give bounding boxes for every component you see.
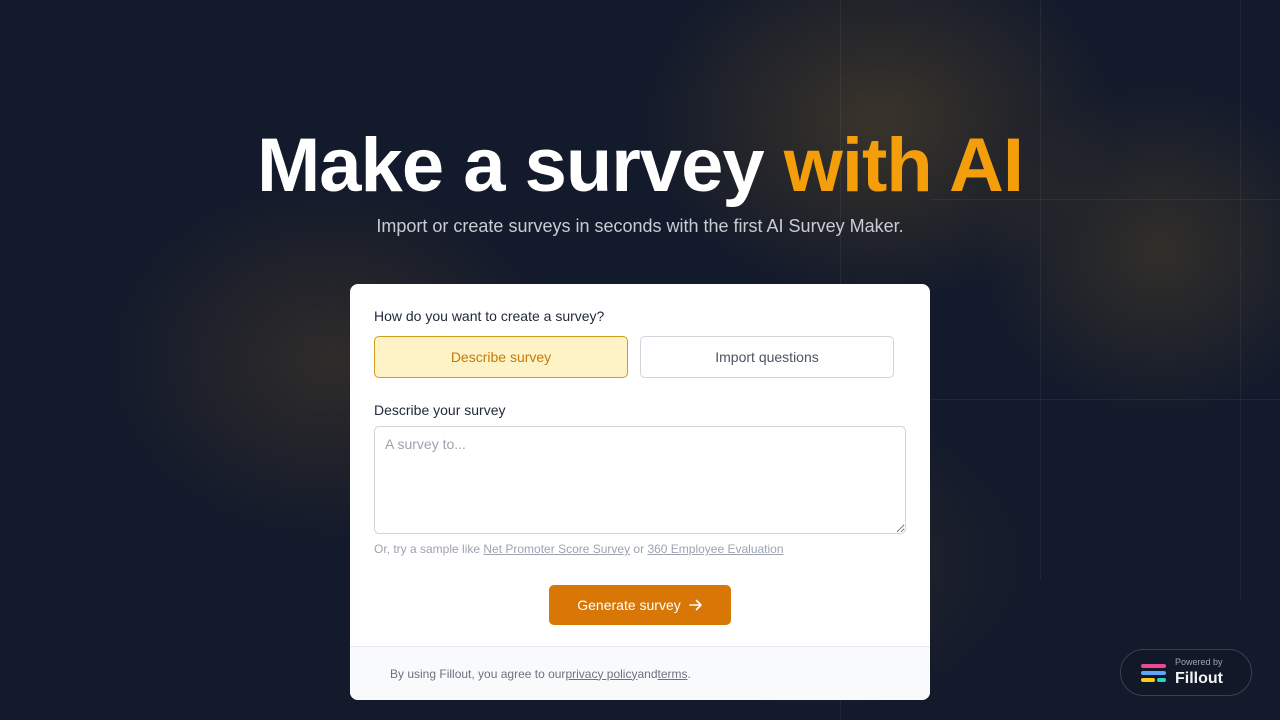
fillout-logo-icon xyxy=(1141,662,1167,684)
page-background: Make a survey with AI Import or create s… xyxy=(0,0,1280,720)
sample-prefix: Or, try a sample like xyxy=(374,542,484,556)
terms-link[interactable]: terms xyxy=(658,667,688,681)
survey-description-input[interactable] xyxy=(374,426,906,534)
sample-link-360[interactable]: 360 Employee Evaluation xyxy=(647,542,783,556)
import-questions-button[interactable]: Import questions xyxy=(640,336,894,378)
brand-name: Fillout xyxy=(1175,670,1223,687)
arrow-right-icon xyxy=(688,599,702,611)
terms-and: and xyxy=(637,666,658,681)
title-accent: with AI xyxy=(783,123,1024,208)
title-main: Make a survey xyxy=(256,123,784,208)
generate-survey-label: Generate survey xyxy=(577,597,681,613)
page-title: Make a survey with AI xyxy=(0,122,1280,209)
describe-survey-button[interactable]: Describe survey xyxy=(374,336,628,378)
terms-prefix: By using Fillout, you agree to our xyxy=(390,666,566,681)
survey-form-card: How do you want to create a survey? Desc… xyxy=(350,284,930,700)
privacy-policy-link[interactable]: privacy policy xyxy=(565,667,637,681)
grid-line xyxy=(930,399,1280,400)
sample-or: or xyxy=(630,542,648,556)
creation-method-label: How do you want to create a survey? xyxy=(374,308,605,324)
grid-line xyxy=(1240,0,1241,600)
grid-line xyxy=(1040,0,1041,580)
powered-by-badge[interactable]: Powered by Fillout xyxy=(1120,649,1252,696)
description-label: Describe your survey xyxy=(374,402,506,418)
terms-footer: By using Fillout, you agree to our priva… xyxy=(350,646,930,700)
sample-hint: Or, try a sample like Net Promoter Score… xyxy=(374,542,906,557)
page-subtitle: Import or create surveys in seconds with… xyxy=(376,216,904,236)
sample-link-nps[interactable]: Net Promoter Score Survey xyxy=(483,542,630,556)
generate-survey-button[interactable]: Generate survey xyxy=(549,585,731,625)
creation-method-toggle: Describe survey Import questions xyxy=(374,336,906,378)
terms-suffix: . xyxy=(687,666,691,681)
powered-by-label: Powered by xyxy=(1175,657,1223,667)
